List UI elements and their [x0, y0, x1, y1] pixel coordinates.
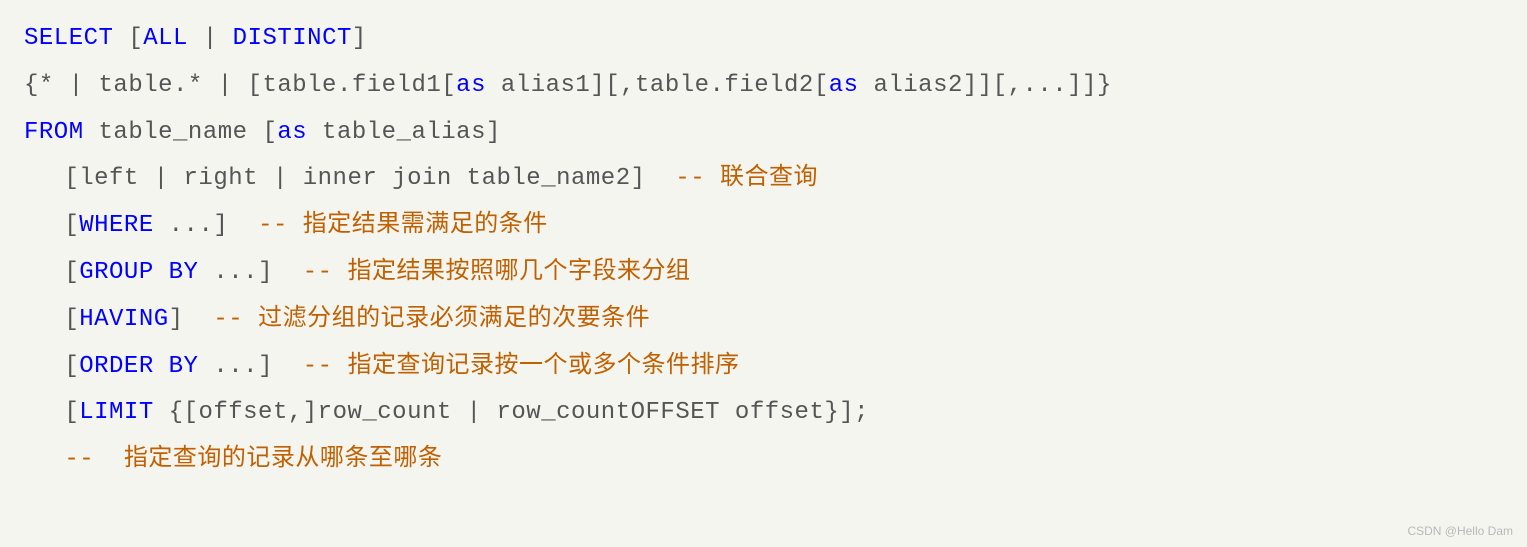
keyword-order: ORDER: [79, 353, 154, 380]
comment-limit: -- 指定查询的记录从哪条至哪条: [64, 446, 442, 473]
code-line-4: [left | right | inner join table_name2] …: [24, 156, 1503, 203]
code-line-8: [ORDER BY ...] -- 指定查询记录按一个或多个条件排序: [24, 344, 1503, 391]
keyword-from: FROM: [24, 119, 84, 146]
text: |: [188, 25, 233, 52]
keyword-where: WHERE: [79, 212, 154, 239]
text: [154, 353, 169, 380]
keyword-by: BY: [169, 353, 199, 380]
keyword-group: GROUP: [79, 259, 154, 286]
comment-groupby: -- 指定结果按照哪几个字段来分组: [303, 259, 691, 286]
text: [left | right | inner join table_name2]: [64, 165, 675, 192]
keyword-distinct: DISTINCT: [233, 25, 352, 52]
keyword-as: as: [456, 72, 486, 99]
keyword-limit: LIMIT: [79, 399, 154, 426]
keyword-all: ALL: [143, 25, 188, 52]
text: table_alias]: [307, 119, 501, 146]
text: [: [64, 259, 79, 286]
code-line-9: [LIMIT {[offset,]row_count | row_countOF…: [24, 390, 1503, 437]
text: [: [64, 399, 79, 426]
text: [: [113, 25, 143, 52]
keyword-having: HAVING: [79, 306, 168, 333]
comment-where: -- 指定结果需满足的条件: [258, 212, 548, 239]
keyword-as: as: [829, 72, 859, 99]
code-line-7: [HAVING] -- 过滤分组的记录必须满足的次要条件: [24, 297, 1503, 344]
comment-join: -- 联合查询: [675, 165, 818, 192]
code-line-5: [WHERE ...] -- 指定结果需满足的条件: [24, 203, 1503, 250]
text: alias1][,table.field2[: [486, 72, 829, 99]
text: [: [64, 212, 79, 239]
text: ...]: [198, 259, 302, 286]
text: alias2]][,...]]}: [859, 72, 1112, 99]
keyword-select: SELECT: [24, 25, 113, 52]
text: [154, 259, 169, 286]
code-line-10: -- 指定查询的记录从哪条至哪条: [24, 437, 1503, 484]
keyword-as: as: [277, 119, 307, 146]
text: table_name [: [84, 119, 278, 146]
text: {[offset,]row_count | row_countOFFSET of…: [154, 399, 869, 426]
text: ...]: [198, 353, 302, 380]
text: [: [64, 306, 79, 333]
code-line-6: [GROUP BY ...] -- 指定结果按照哪几个字段来分组: [24, 250, 1503, 297]
text: ]: [169, 306, 214, 333]
text: {* | table.* | [table.field1[: [24, 72, 456, 99]
text: ]: [352, 25, 367, 52]
text: [: [64, 353, 79, 380]
code-line-2: {* | table.* | [table.field1[as alias1][…: [24, 63, 1503, 110]
keyword-by: BY: [169, 259, 199, 286]
code-line-3: FROM table_name [as table_alias]: [24, 110, 1503, 157]
code-line-1: SELECT [ALL | DISTINCT]: [24, 16, 1503, 63]
watermark: CSDN @Hello Dam: [1407, 520, 1513, 543]
text: ...]: [154, 212, 258, 239]
comment-orderby: -- 指定查询记录按一个或多个条件排序: [303, 353, 740, 380]
comment-having: -- 过滤分组的记录必须满足的次要条件: [213, 306, 650, 333]
